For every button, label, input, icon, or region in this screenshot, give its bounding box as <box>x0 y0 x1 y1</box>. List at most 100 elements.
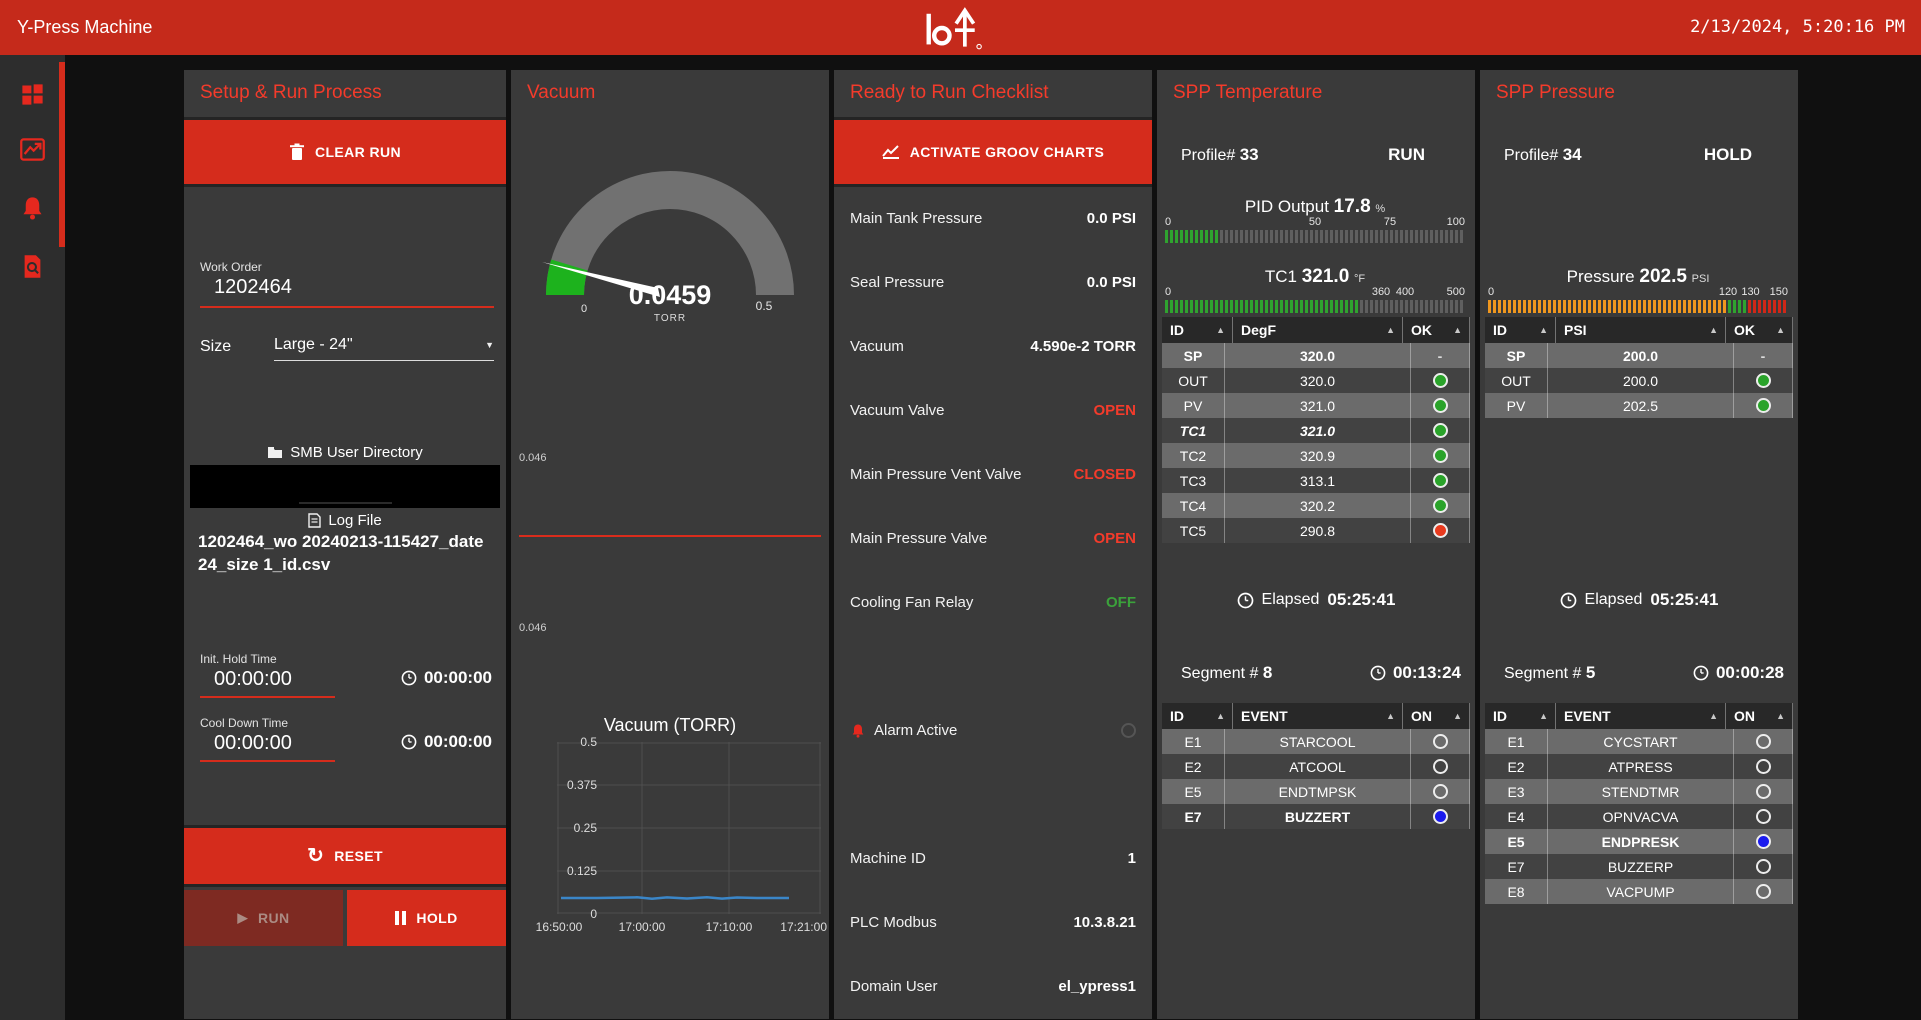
size-label: Size <box>200 338 231 356</box>
gauge-value: 0.0459 <box>629 280 712 310</box>
clock-icon <box>1693 665 1709 681</box>
smb-directory-label: SMB User Directory <box>290 444 423 461</box>
run-button[interactable]: ▶ RUN <box>184 890 343 946</box>
header-datetime: 2/13/2024, 5:20:16 PM <box>1690 17 1905 37</box>
header-value[interactable]: DegF▲ <box>1233 317 1403 343</box>
work-order-input[interactable]: 1202464 <box>200 274 494 308</box>
header-ok[interactable]: OK▲ <box>1403 317 1470 343</box>
event-row: E1 STARCOOL <box>1162 729 1470 754</box>
event-led <box>1756 859 1771 874</box>
row-value: OFF <box>1106 594 1136 611</box>
reset-label: RESET <box>334 848 383 864</box>
segment-time: 00:13:24 <box>1393 663 1461 683</box>
info-row: PLC Modbus 10.3.8.21 <box>850 909 1136 935</box>
init-hold-input[interactable]: 00:00:00 <box>200 666 335 698</box>
sort-arrow-icon: ▲ <box>1386 325 1395 335</box>
cool-down-input[interactable]: 00:00:00 <box>200 730 335 762</box>
vacuum-gauge: 0.0459 TORR 0 0.5 <box>540 170 800 333</box>
header-id[interactable]: ID▲ <box>1485 703 1556 729</box>
header-event[interactable]: EVENT▲ <box>1233 703 1403 729</box>
event-row: E4 OPNVACVA <box>1485 804 1793 829</box>
cool-down-field[interactable]: Cool Down Time 00:00:00 <box>200 716 335 762</box>
work-order-field[interactable]: Work Order 1202464 <box>200 260 494 308</box>
profile-row: Profile# 34 HOLD <box>1504 142 1752 168</box>
event-log-icon[interactable] <box>19 253 46 280</box>
sidebar-active-indicator[interactable] <box>59 62 65 247</box>
status-led <box>1433 523 1448 538</box>
header-ok[interactable]: OK▲ <box>1726 317 1793 343</box>
alarm-bell-icon <box>850 722 866 739</box>
header-value[interactable]: PSI▲ <box>1556 317 1726 343</box>
row-value: 10.3.8.21 <box>1073 914 1136 931</box>
event-led <box>1756 809 1771 824</box>
status-led: - <box>1438 348 1443 364</box>
init-hold-field[interactable]: Init. Hold Time 00:00:00 <box>200 652 335 698</box>
profile-row: Profile# 33 RUN <box>1181 142 1425 168</box>
size-value: Large - 24" <box>274 336 353 353</box>
table-header: ID▲ PSI▲ OK▲ <box>1485 317 1793 343</box>
table-row: TC1 321.0 <box>1162 418 1470 443</box>
gauge-units: TORR <box>654 313 686 324</box>
smb-directory-link[interactable]: SMB User Directory <box>184 444 506 461</box>
row-label: Main Pressure Valve <box>850 530 987 547</box>
sort-arrow-icon: ▲ <box>1216 711 1225 721</box>
hold-button[interactable]: HOLD <box>347 890 506 946</box>
clock-icon <box>1237 592 1254 609</box>
header-on[interactable]: ON▲ <box>1403 703 1470 729</box>
header-id[interactable]: ID▲ <box>1162 317 1233 343</box>
bar-title: Pressure 202.5 PSI <box>1488 266 1788 288</box>
dashboard-icon[interactable] <box>19 81 46 108</box>
status-led <box>1433 398 1448 413</box>
vacuum-trend-chart: 0.5 0.375 0.25 0.125 0 16:50:00 17:00:00… <box>557 742 821 914</box>
cool-down-label: Cool Down Time <box>200 716 335 730</box>
table-row: SP 200.0 - <box>1485 343 1793 368</box>
status-led <box>1433 498 1448 513</box>
segment-row: Segment # 5 00:00:28 <box>1504 660 1784 686</box>
y-tick: 0.125 <box>557 864 597 878</box>
checklist-row: Vacuum 4.590e-2 TORR <box>850 333 1136 359</box>
y-tick: 0.25 <box>557 821 597 835</box>
clear-run-button[interactable]: CLEAR RUN <box>184 120 506 184</box>
segment-time: 00:00:28 <box>1716 663 1784 683</box>
row-value: 1 <box>1128 850 1136 867</box>
event-table: ID▲ EVENT▲ ON▲ E1 STARCOOL E2 ATCOOL E5 … <box>1162 703 1470 829</box>
chart-icon <box>882 145 900 159</box>
row-label: Vacuum Valve <box>850 402 945 419</box>
header-on[interactable]: ON▲ <box>1726 703 1793 729</box>
reset-button[interactable]: ↻ RESET <box>184 828 506 884</box>
sort-arrow-icon: ▲ <box>1386 711 1395 721</box>
run-label: RUN <box>258 910 290 926</box>
row-label: Cooling Fan Relay <box>850 594 973 611</box>
row-label: Main Tank Pressure <box>850 210 982 227</box>
alarm-bell-icon[interactable] <box>19 194 46 221</box>
checklist-row: Vacuum Valve OPEN <box>850 397 1136 423</box>
x-tick: 16:50:00 <box>536 920 583 934</box>
elapsed-row: Elapsed 05:25:41 <box>1480 590 1798 610</box>
event-row: E1 CYCSTART <box>1485 729 1793 754</box>
sort-arrow-icon: ▲ <box>1776 325 1785 335</box>
folder-icon <box>267 446 283 459</box>
trends-icon[interactable] <box>19 136 46 163</box>
table-row: PV 202.5 <box>1485 393 1793 418</box>
header-id[interactable]: ID▲ <box>1162 703 1233 729</box>
event-row: E8 VACPUMP <box>1485 879 1793 904</box>
activate-groov-charts-button[interactable]: ACTIVATE GROOV CHARTS <box>834 120 1152 184</box>
header-id[interactable]: ID▲ <box>1485 317 1556 343</box>
table-row: SP 320.0 - <box>1162 343 1470 368</box>
init-hold-timer: 00:00:00 <box>401 668 492 688</box>
profile-label: Profile# 33 <box>1181 145 1259 165</box>
event-table: ID▲ EVENT▲ ON▲ E1 CYCSTART E2 ATPRESS E3… <box>1485 703 1793 904</box>
log-file-name: 1202464_wo 20240213-115427_date 24_size … <box>198 530 496 576</box>
header-event[interactable]: EVENT▲ <box>1556 703 1726 729</box>
size-select[interactable]: Large - 24" ▼ <box>274 336 494 361</box>
alarm-active-label: Alarm Active <box>874 722 957 739</box>
event-led <box>1433 784 1448 799</box>
activate-label: ACTIVATE GROOV CHARTS <box>910 144 1105 160</box>
clock-icon <box>1560 592 1577 609</box>
info-row: Domain User el_ypress1 <box>850 973 1136 999</box>
play-icon: ▶ <box>238 910 248 926</box>
table-row: PV 321.0 <box>1162 393 1470 418</box>
clock-icon <box>401 670 417 686</box>
panel-title: SPP Temperature <box>1173 82 1322 104</box>
clock-icon <box>1370 665 1386 681</box>
